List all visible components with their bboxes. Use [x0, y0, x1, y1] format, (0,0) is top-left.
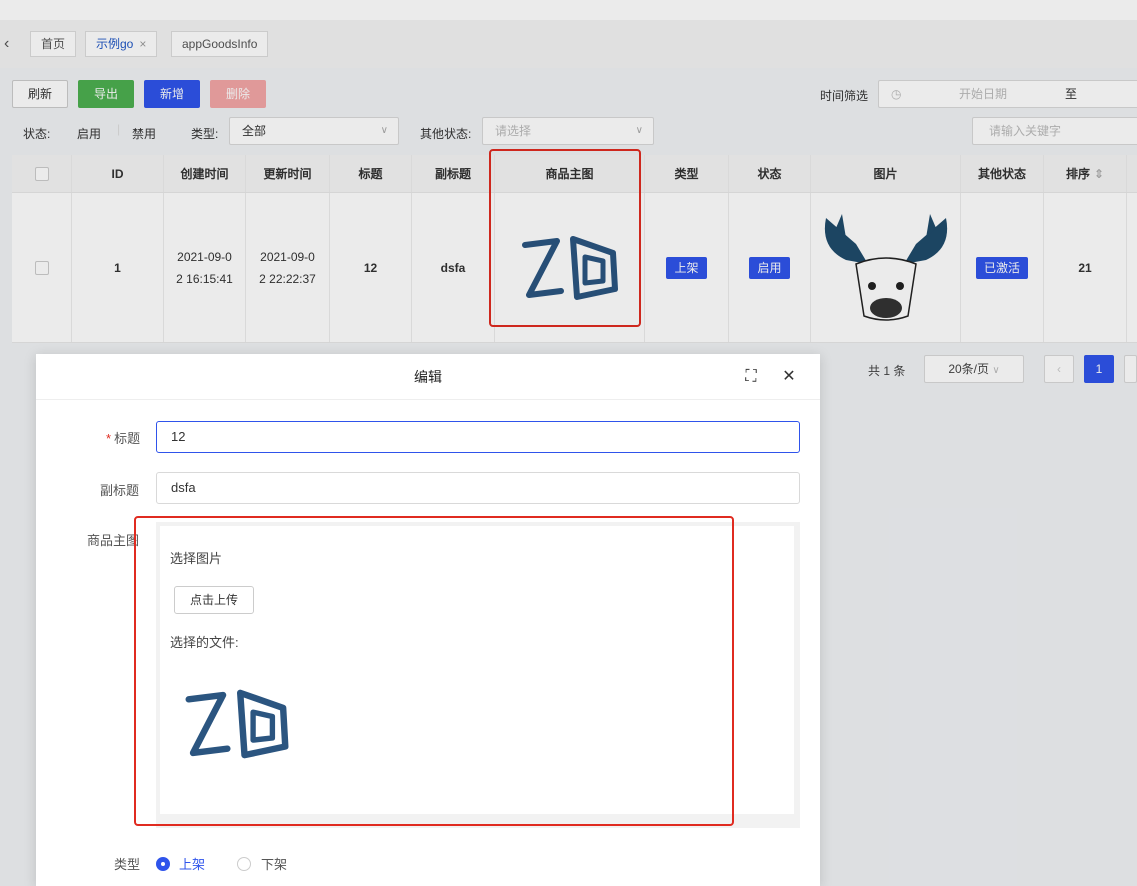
- subtitle-field-label: 副标题: [100, 483, 140, 498]
- type-off-radio[interactable]: [237, 857, 251, 871]
- close-icon[interactable]: ✕: [780, 368, 798, 386]
- highlight-box: [134, 516, 734, 826]
- subtitle-input[interactable]: dsfa: [156, 472, 800, 504]
- title-label-text: 标题: [114, 431, 141, 446]
- required-asterisk: *: [106, 431, 112, 446]
- fullscreen-icon[interactable]: ⛶: [742, 368, 760, 386]
- type-on-label[interactable]: 上架: [179, 854, 205, 873]
- type-field-label: 类型: [114, 857, 141, 872]
- title-input[interactable]: 12: [156, 421, 800, 453]
- type-on-radio[interactable]: [156, 857, 170, 871]
- type-off-label[interactable]: 下架: [261, 854, 287, 873]
- subtitle-input-value: dsfa: [171, 480, 196, 495]
- title-field-label: * 标题: [106, 428, 140, 447]
- main-image-field-label: 商品主图: [87, 533, 140, 548]
- dialog-header: 编辑 ⛶ ✕: [36, 354, 820, 400]
- title-input-value: 12: [171, 429, 186, 444]
- dialog-title: 编辑: [414, 369, 442, 385]
